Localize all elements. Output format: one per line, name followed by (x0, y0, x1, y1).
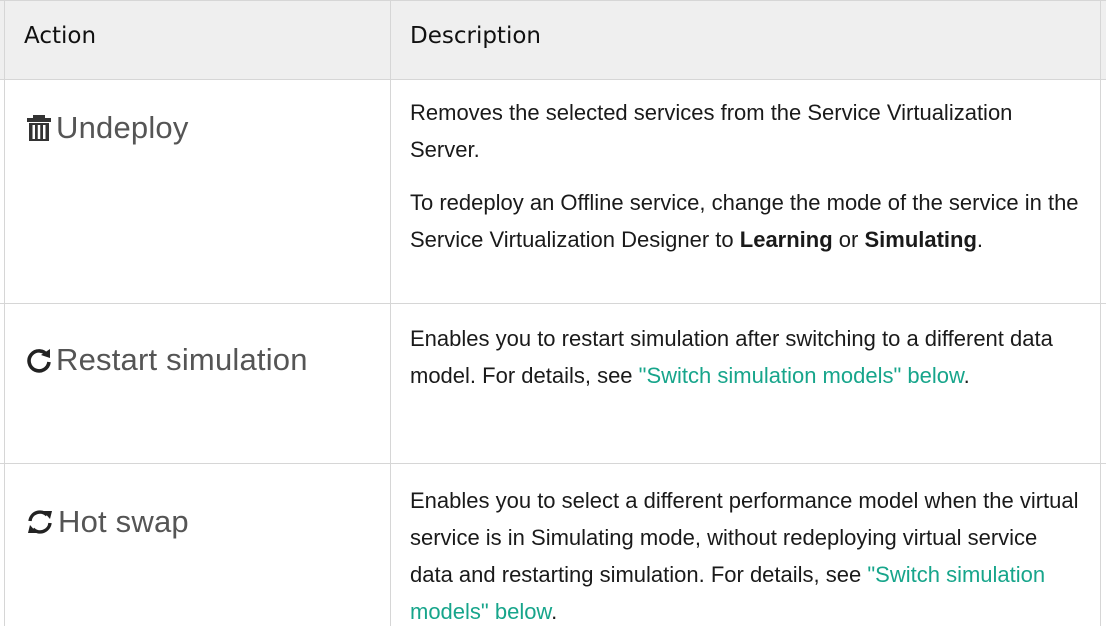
refresh-icon (27, 349, 51, 373)
hot-swap-button[interactable]: Hot swap (26, 504, 189, 540)
switch-simulation-models-link[interactable]: "Switch simulation models" below (639, 363, 964, 388)
table-border-left (4, 0, 5, 626)
undeploy-desc-paragraph-2: To redeploy an Offline service, change t… (410, 184, 1085, 258)
hot-swap-description: Enables you to select a different perfor… (410, 482, 1085, 630)
hot-swap-label: Hot swap (58, 504, 189, 539)
restart-desc-period: . (963, 363, 970, 388)
undeploy-desc-or: or (832, 227, 865, 252)
header-action: Action (24, 23, 97, 49)
actions-table: Action Description Undeploy Removes the … (0, 0, 1106, 626)
restart-desc-paragraph: Enables you to restart simulation after … (410, 320, 1085, 394)
table-border-right (1100, 0, 1101, 626)
hotswap-desc-paragraph: Enables you to select a different perfor… (410, 482, 1085, 630)
table-row: Restart simulation Enables you to restar… (0, 304, 1106, 464)
restart-simulation-button[interactable]: Restart simulation (26, 342, 308, 378)
table-column-divider (390, 0, 391, 626)
hotswap-desc-period: . (551, 599, 558, 624)
restart-simulation-label: Restart simulation (56, 342, 308, 377)
undeploy-description: Removes the selected services from the S… (410, 94, 1085, 258)
undeploy-label: Undeploy (56, 110, 189, 145)
table-row: Undeploy Removes the selected services f… (0, 80, 1106, 304)
trash-icon (27, 115, 51, 141)
swap-arrows-icon (28, 510, 52, 534)
restart-simulation-description: Enables you to restart simulation after … (410, 320, 1085, 394)
table-header-row: Action Description (0, 0, 1106, 80)
undeploy-desc-paragraph-1: Removes the selected services from the S… (410, 100, 1013, 162)
undeploy-button[interactable]: Undeploy (26, 110, 189, 146)
header-description: Description (410, 23, 541, 49)
mode-learning: Learning (739, 227, 833, 252)
undeploy-desc-period: . (976, 227, 984, 252)
mode-simulating: Simulating (864, 227, 977, 252)
table-row: Hot swap Enables you to select a differe… (0, 464, 1106, 626)
